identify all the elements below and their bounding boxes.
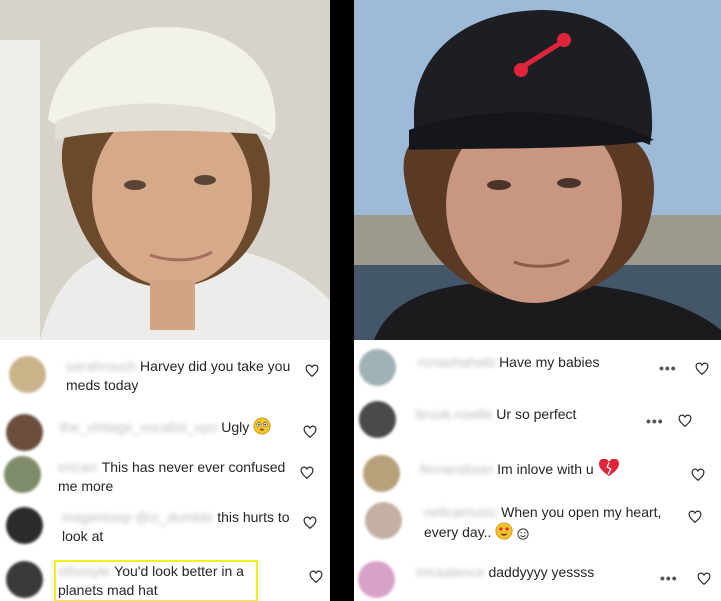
flushed-face-emoji-icon <box>253 417 271 435</box>
heart-icon[interactable] <box>303 425 317 439</box>
comment-username[interactable]: the_vintage_vocalist_uyo <box>60 419 217 435</box>
comment-item: fernandisan Im inlove with u <box>354 452 721 497</box>
heart-icon[interactable] <box>309 570 323 584</box>
post-photo-white-cap <box>0 0 330 340</box>
comment-item: ericarr This has never ever confused me m… <box>0 452 330 500</box>
heart-eyes-emoji-icon <box>495 522 513 540</box>
comment-text: daddyyyy yessss <box>488 564 595 580</box>
comment-item: the_vintage_vocalist_uyo Ugly <box>0 410 330 452</box>
post-photo-black-cap <box>354 0 721 340</box>
comment-item: magentasp @iz_dumble this hurts to look a… <box>0 504 330 552</box>
portrait-black-cap-image <box>354 0 721 340</box>
heart-icon[interactable] <box>303 516 317 530</box>
comment-username[interactable]: brook.noelle <box>416 406 492 422</box>
comment-item: nellcamusic When you open my heart, every… <box>354 498 721 550</box>
avatar[interactable] <box>365 502 402 539</box>
comment-item: sarahrouch Harvey did you take you meds t… <box>0 352 330 402</box>
left-screenshot-panel: sarahrouch Harvey did you take you meds t… <box>0 0 330 601</box>
comment-item: imraalence daddyyyy yessss ••• <box>354 558 721 601</box>
right-screenshot-panel: ronashahabi Have my babies ••• brook.noel… <box>354 0 721 601</box>
comment-username[interactable]: sarahrouch <box>66 358 136 374</box>
avatar[interactable] <box>358 561 395 598</box>
heart-icon[interactable] <box>300 466 314 480</box>
avatar[interactable] <box>4 456 41 493</box>
avatar[interactable] <box>6 507 43 544</box>
comment-item: ronashahabi Have my babies ••• <box>354 346 721 394</box>
comment-text: Ugly <box>221 419 250 435</box>
comment-username[interactable]: ericarr <box>58 459 98 475</box>
heart-icon[interactable] <box>305 364 319 378</box>
avatar[interactable] <box>6 414 43 451</box>
avatar[interactable] <box>359 401 396 438</box>
avatar[interactable] <box>359 349 396 386</box>
more-options-icon[interactable]: ••• <box>660 570 678 586</box>
comment-text: Ur so perfect <box>496 406 577 422</box>
heart-icon[interactable] <box>697 572 711 586</box>
comment-username[interactable]: ethosyle <box>58 563 110 579</box>
portrait-white-cap-image <box>0 0 330 340</box>
heart-icon[interactable] <box>691 468 705 482</box>
more-options-icon[interactable]: ••• <box>646 413 664 429</box>
comment-item-highlighted: ethosyle You'd look better in a planets m… <box>0 558 330 601</box>
comment-username[interactable]: imraalence <box>416 564 484 580</box>
avatar[interactable] <box>6 561 43 598</box>
more-options-icon[interactable]: ••• <box>659 360 677 376</box>
comment-text: Have my babies <box>499 354 600 370</box>
comment-item: brook.noelle Ur so perfect ••• <box>354 398 721 446</box>
broken-heart-emoji-icon <box>598 459 619 477</box>
heart-icon[interactable] <box>695 362 709 376</box>
avatar[interactable] <box>9 356 46 393</box>
comment-text: Im inlove with u <box>497 461 594 477</box>
smiley-face-emoji-icon <box>517 528 529 540</box>
comment-username[interactable]: ronashahabi <box>418 354 495 370</box>
avatar[interactable] <box>363 455 400 492</box>
comment-username[interactable]: magentasp @iz_dumble <box>62 509 213 525</box>
heart-icon[interactable] <box>678 414 692 428</box>
heart-icon[interactable] <box>688 510 702 524</box>
comment-username[interactable]: fernandisan <box>420 461 493 477</box>
comment-username[interactable]: nellcamusic <box>424 504 497 520</box>
